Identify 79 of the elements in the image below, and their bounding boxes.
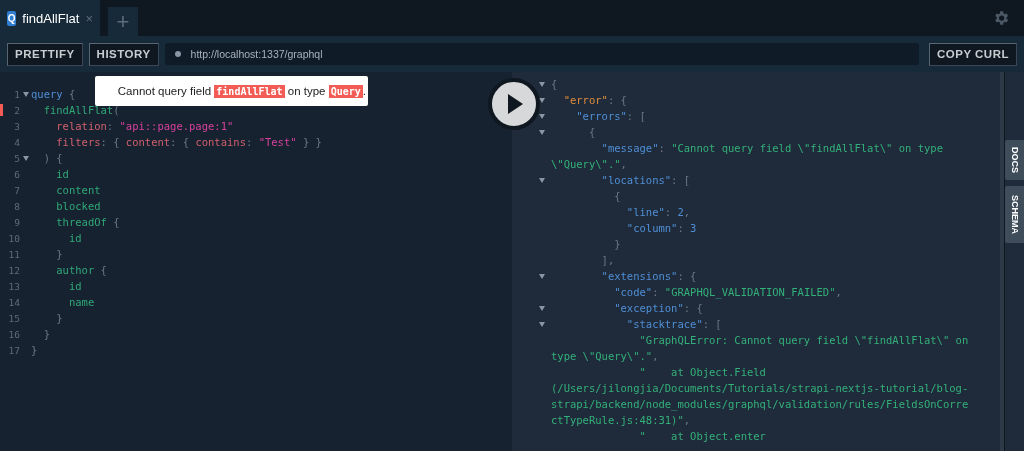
code-line: author { xyxy=(55,264,107,276)
result-line: "code": "GRAPHQL_VALIDATION_FAILED", xyxy=(613,286,842,298)
line-number: 1 xyxy=(13,88,20,100)
result-line: "exception": { xyxy=(613,302,703,314)
line-number: 2 xyxy=(13,104,20,116)
line-number: 8 xyxy=(13,200,20,212)
result-line: } xyxy=(613,238,621,250)
result-line: " at Object.Field xyxy=(638,366,766,378)
result-line: "errors": [ xyxy=(575,110,646,122)
result-line: { xyxy=(551,78,558,90)
error-message: Cannot query field findAllFlat on type Query . xyxy=(117,85,366,97)
fold-arrow-icon[interactable] xyxy=(539,305,545,311)
code-line: id xyxy=(67,280,82,292)
result-line: ctTypeRule.js:48:31)", xyxy=(551,414,691,426)
code-line: } xyxy=(42,328,50,340)
line-number: 9 xyxy=(13,216,20,228)
fold-arrow-icon[interactable] xyxy=(539,97,545,103)
result-line: (/Users/jilongjia/Documents/Tutorials/strapi-nextjs-tutorial/blog- xyxy=(551,382,969,394)
result-line: { xyxy=(613,190,621,202)
code-line: name xyxy=(67,296,95,308)
url-text: http://localhost:1337/graphql xyxy=(190,48,323,60)
status-dot-icon xyxy=(174,51,181,57)
line-number: 5 xyxy=(13,152,20,164)
line-number: 11 xyxy=(7,248,20,260)
copy-curl-button[interactable]: COPY CURL xyxy=(928,42,1017,66)
result-line: " at Object.enter xyxy=(638,430,766,442)
code-line: findAllFlat( xyxy=(42,104,120,116)
fold-arrow-icon[interactable] xyxy=(22,91,29,97)
result-line: "extensions": { xyxy=(600,270,697,282)
code-line: id xyxy=(55,168,69,180)
code-line: } xyxy=(31,344,38,356)
code-line: } xyxy=(55,248,63,260)
fold-arrow-icon[interactable] xyxy=(539,177,545,183)
result-line: strapi/backend/node_modules/graphql/validation/rules/FieldsOnCorre xyxy=(551,398,969,410)
result-line: "stacktrace": [ xyxy=(625,318,722,330)
result-line: \"Query\".", xyxy=(551,158,627,170)
line-number: 15 xyxy=(7,312,20,324)
fold-arrow-icon[interactable] xyxy=(22,155,29,161)
tab-title: findAllFlat xyxy=(22,10,80,26)
result-line: ], xyxy=(600,254,615,266)
line-number: 4 xyxy=(13,136,20,148)
code-line: id xyxy=(67,232,82,244)
line-number: 7 xyxy=(13,184,20,196)
fold-arrow-icon[interactable] xyxy=(539,113,545,119)
result-line: "message": "Cannot query field \"findAllFlat\" on type xyxy=(600,142,943,154)
line-number: 6 xyxy=(13,168,20,180)
code-line: relation: "api::page.page:1" xyxy=(55,120,234,132)
code-line: filters: { content: { contains: "Test" } } xyxy=(55,136,322,148)
line-number: 10 xyxy=(7,232,20,244)
result-line: "column": 3 xyxy=(625,222,697,234)
line-number: 17 xyxy=(7,344,20,356)
toolbar-button[interactable]: PRETTIFY xyxy=(7,42,83,66)
fold-arrow-icon[interactable] xyxy=(539,273,545,279)
code-line: content xyxy=(55,184,101,196)
result-line: "locations": [ xyxy=(600,174,691,186)
result-line: type \"Query\".", xyxy=(551,350,659,362)
result-line: "error": { xyxy=(562,94,627,106)
code-line: query { xyxy=(31,88,76,100)
fold-arrow-icon[interactable] xyxy=(539,129,545,135)
fold-arrow-icon[interactable] xyxy=(539,321,545,327)
query-badge: Q xyxy=(7,10,17,26)
code-line: ) { xyxy=(42,152,63,164)
side-tab[interactable]: DOCS xyxy=(1005,140,1024,180)
url-field[interactable]: http://localhost:1337/graphql xyxy=(164,43,919,65)
query-tab[interactable]: Q findAllFlat × xyxy=(0,0,100,36)
result-line: "GraphQLError: Cannot query field \"findAllFlat\" on xyxy=(638,334,969,346)
line-number: 3 xyxy=(13,120,20,132)
line-number: 14 xyxy=(7,296,20,308)
code-line: } xyxy=(55,312,63,324)
line-number: 12 xyxy=(7,264,20,276)
code-line: threadOf { xyxy=(55,216,120,228)
line-number: 16 xyxy=(7,328,20,340)
result-line: { xyxy=(587,126,596,138)
result-line: "line": 2, xyxy=(625,206,691,218)
line-number: 13 xyxy=(7,280,20,292)
side-tab[interactable]: SCHEMA xyxy=(1005,186,1024,244)
toolbar-button[interactable]: HISTORY xyxy=(88,42,159,66)
fold-arrow-icon[interactable] xyxy=(539,81,545,87)
code-line: blocked xyxy=(55,200,101,212)
